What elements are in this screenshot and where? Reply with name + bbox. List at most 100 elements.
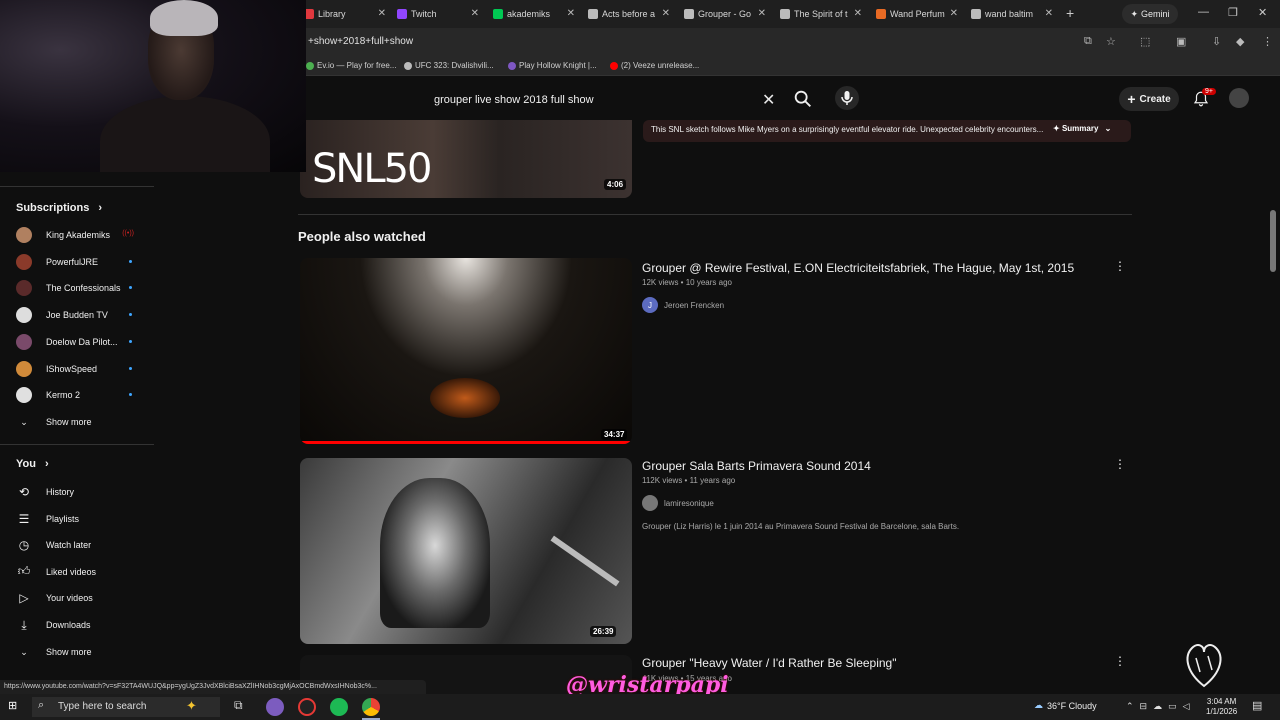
notification-center-icon[interactable]: ▤ — [1252, 699, 1262, 712]
thumbs-up-icon: 👍︎ — [17, 564, 31, 579]
channel-link[interactable]: lamiresonique — [642, 495, 714, 511]
close-tab-icon[interactable]: ✕ — [1045, 8, 1053, 19]
browser-tab[interactable]: wand baltim ✕ — [967, 3, 1055, 25]
profile-toolbar-icon[interactable]: ◆ — [1236, 35, 1244, 48]
address-bar[interactable]: +show+2018+full+show — [300, 32, 1080, 52]
you-title: You — [16, 458, 36, 470]
minimize-icon[interactable]: — — [1198, 6, 1209, 18]
new-content-dot — [129, 366, 132, 370]
more-options-icon[interactable]: ⋮ — [1114, 457, 1126, 471]
channel-link[interactable]: J Jeroen Frencken — [642, 297, 724, 313]
sidebar-item-your-videos[interactable]: ▷ Your videos — [16, 588, 146, 608]
more-options-icon[interactable]: ⋮ — [1114, 654, 1126, 668]
sidebar-item-history[interactable]: ⟲ History — [16, 482, 146, 502]
browser-tab[interactable]: Library ✕ — [300, 3, 388, 25]
weather-widget[interactable]: ☁ 36°F Cloudy — [1034, 700, 1097, 711]
browser-tab[interactable]: Acts before a ✕ — [584, 3, 672, 25]
page-scrollbar[interactable] — [1270, 210, 1276, 272]
bookmark-favicon-icon — [404, 61, 412, 70]
close-tab-icon[interactable]: ✕ — [662, 8, 670, 19]
close-tab-icon[interactable]: ✕ — [471, 8, 479, 19]
subscription-item[interactable]: Kermo 2 — [16, 385, 146, 405]
tab-favicon-icon — [397, 9, 407, 19]
subscription-item[interactable]: PowerfulJRE — [16, 252, 146, 272]
spotify-app-icon[interactable] — [330, 698, 348, 716]
summary-button[interactable]: ✦ Summary ⌄ — [1053, 124, 1111, 133]
browser-tab[interactable]: akademiks ✕ — [489, 3, 577, 25]
show-more-subscriptions[interactable]: ⌄ Show more — [16, 412, 146, 432]
close-tab-icon[interactable]: ✕ — [567, 8, 575, 19]
video-title[interactable]: Grouper Sala Barts Primavera Sound 2014 — [642, 459, 871, 473]
close-tab-icon[interactable]: ✕ — [378, 8, 386, 19]
bookmark-item[interactable]: (2) Veeze unrelease... — [610, 61, 699, 70]
live-indicator-icon: ((•)) — [122, 230, 134, 237]
browser-tab[interactable]: Wand Perfum ✕ — [872, 3, 960, 25]
clear-search-icon[interactable]: ✕ — [762, 90, 775, 110]
copilot-sparkle-icon[interactable]: ✦ — [186, 698, 197, 714]
chevron-down-icon: ⌄ — [20, 416, 28, 427]
sidebar-icon[interactable]: ▣ — [1176, 35, 1186, 48]
bookmark-item[interactable]: Ev.io — Play for free... — [306, 61, 396, 70]
sidebar-item-watch-later[interactable]: ◷ Watch later — [16, 535, 146, 555]
discord-app-icon[interactable] — [266, 698, 284, 716]
create-button[interactable]: + Create — [1119, 87, 1179, 111]
subscriptions-heading[interactable]: Subscriptions › — [16, 202, 102, 214]
extensions-icon[interactable]: ⬚ — [1140, 35, 1150, 48]
tab-favicon-icon — [588, 9, 598, 19]
summary-text: This SNL sketch follows Mike Myers on a … — [651, 125, 1044, 134]
video-thumbnail[interactable] — [300, 258, 632, 444]
video-title[interactable]: Grouper "Heavy Water / I'd Rather Be Sle… — [642, 656, 896, 670]
channel-avatar — [16, 387, 32, 404]
menu-icon[interactable]: ⋮ — [1262, 35, 1273, 48]
tab-favicon-icon — [493, 9, 503, 19]
channel-avatar: J — [642, 297, 658, 313]
subscription-item[interactable]: King Akademiks ((•)) — [16, 225, 146, 245]
obs-app-icon[interactable] — [298, 698, 316, 716]
account-avatar[interactable] — [1229, 88, 1249, 108]
search-input[interactable]: grouper live show 2018 full show — [424, 86, 788, 114]
gemini-button[interactable]: ✦ Gemini — [1122, 4, 1178, 24]
sidebar-item-label: Watch later — [46, 540, 92, 551]
install-icon[interactable]: ⧉ — [1084, 35, 1092, 48]
bookmark-item[interactable]: UFC 323: Dvalishvili... — [404, 61, 494, 70]
browser-tab[interactable]: Twitch ✕ — [393, 3, 481, 25]
subscription-item[interactable]: Joe Budden TV — [16, 305, 146, 325]
search-icon[interactable] — [792, 88, 814, 110]
subscription-item[interactable]: The Confessionals — [16, 278, 146, 298]
close-tab-icon[interactable]: ✕ — [758, 8, 766, 19]
windows-start-icon[interactable]: ⊞ — [8, 699, 17, 712]
bookmark-label: Play Hollow Knight |... — [519, 61, 597, 70]
tab-label: wand baltim — [985, 9, 1034, 19]
subscription-item[interactable]: IShowSpeed — [16, 359, 146, 379]
sparkle-icon: ✦ — [1053, 124, 1060, 133]
bookmark-item[interactable]: Play Hollow Knight |... — [508, 61, 597, 70]
snl-logo: SNL50 — [312, 146, 432, 192]
maximize-icon[interactable]: ❐ — [1228, 6, 1238, 19]
you-heading[interactable]: You › — [16, 458, 49, 470]
sidebar-item-liked-videos[interactable]: 👍︎ Liked videos — [16, 562, 146, 582]
close-tab-icon[interactable]: ✕ — [854, 8, 862, 19]
sidebar-item-downloads[interactable]: ⤓ Downloads — [16, 615, 146, 635]
sidebar-item-playlists[interactable]: ☰ Playlists — [16, 509, 146, 529]
chrome-app-icon[interactable] — [362, 698, 380, 716]
more-options-icon[interactable]: ⋮ — [1114, 259, 1126, 273]
system-tray-icons[interactable]: ⌃⊟☁▭◁ — [1126, 701, 1196, 712]
bookmark-star-icon[interactable]: ☆ — [1106, 35, 1116, 48]
browser-tab[interactable]: Grouper - Go ✕ — [680, 3, 768, 25]
bookmark-favicon-icon — [306, 61, 314, 70]
video-title[interactable]: Grouper @ Rewire Festival, E.ON Electric… — [642, 261, 1074, 275]
task-view-icon[interactable]: ⧉ — [234, 698, 243, 713]
downloads-toolbar-icon[interactable]: ⇩ — [1212, 35, 1221, 48]
browser-tab[interactable]: The Spirit of t ✕ — [776, 3, 864, 25]
taskbar-clock[interactable]: 3:04 AM 1/1/2026 — [1206, 697, 1237, 717]
video-thumbnail[interactable] — [300, 458, 632, 644]
tab-favicon-icon — [971, 9, 981, 19]
subscription-name: The Confessionals — [46, 283, 121, 294]
microphone-icon — [841, 91, 853, 105]
voice-search-button[interactable] — [835, 86, 859, 110]
new-tab-button[interactable]: + — [1066, 5, 1074, 21]
close-tab-icon[interactable]: ✕ — [950, 8, 958, 19]
show-more-you[interactable]: ⌄ Show more — [16, 642, 146, 662]
close-window-icon[interactable]: ✕ — [1258, 6, 1267, 19]
subscription-item[interactable]: Doelow Da Pilot... — [16, 332, 146, 352]
